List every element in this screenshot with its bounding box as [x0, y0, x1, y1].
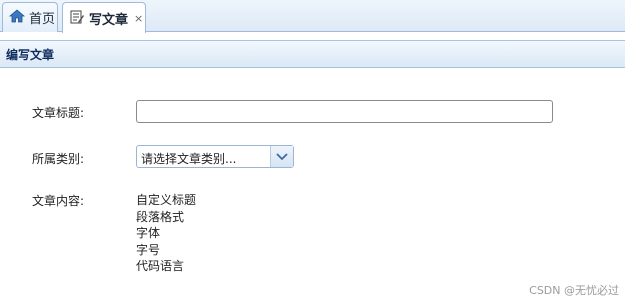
content-label: 文章内容:	[32, 194, 85, 208]
watermark: CSDN @无忧必过	[529, 284, 619, 297]
tab-write-label: 写文章	[89, 12, 129, 28]
title-input[interactable]	[136, 100, 553, 123]
title-label: 文章标题:	[32, 106, 85, 120]
tab-home-label: 首页	[29, 12, 56, 27]
editor-toolbar-list: 自定义标题 段落格式 字体 字号 代码语言	[136, 192, 196, 275]
panel-header: 编写文章	[0, 40, 625, 68]
toolbar-item-custom-title[interactable]: 自定义标题	[136, 192, 196, 209]
tab-bar: 首页 写文章 ×	[0, 0, 625, 33]
close-icon[interactable]: ×	[134, 12, 143, 25]
category-select[interactable]: 请选择文章类别...	[136, 145, 294, 168]
tab-write-article[interactable]: 写文章 ×	[62, 2, 146, 33]
edit-document-icon	[69, 9, 85, 28]
panel-title: 编写文章	[6, 47, 55, 62]
toolbar-item-paragraph-format[interactable]: 段落格式	[136, 209, 196, 226]
chevron-down-icon[interactable]	[270, 146, 293, 167]
toolbar-item-code-language[interactable]: 代码语言	[136, 258, 196, 275]
home-icon	[8, 9, 26, 26]
toolbar-item-font[interactable]: 字体	[136, 225, 196, 242]
category-select-value: 请选择文章类别...	[141, 152, 237, 166]
tab-home[interactable]: 首页	[2, 2, 58, 32]
toolbar-item-font-size[interactable]: 字号	[136, 242, 196, 259]
category-label: 所属类别:	[32, 152, 85, 166]
